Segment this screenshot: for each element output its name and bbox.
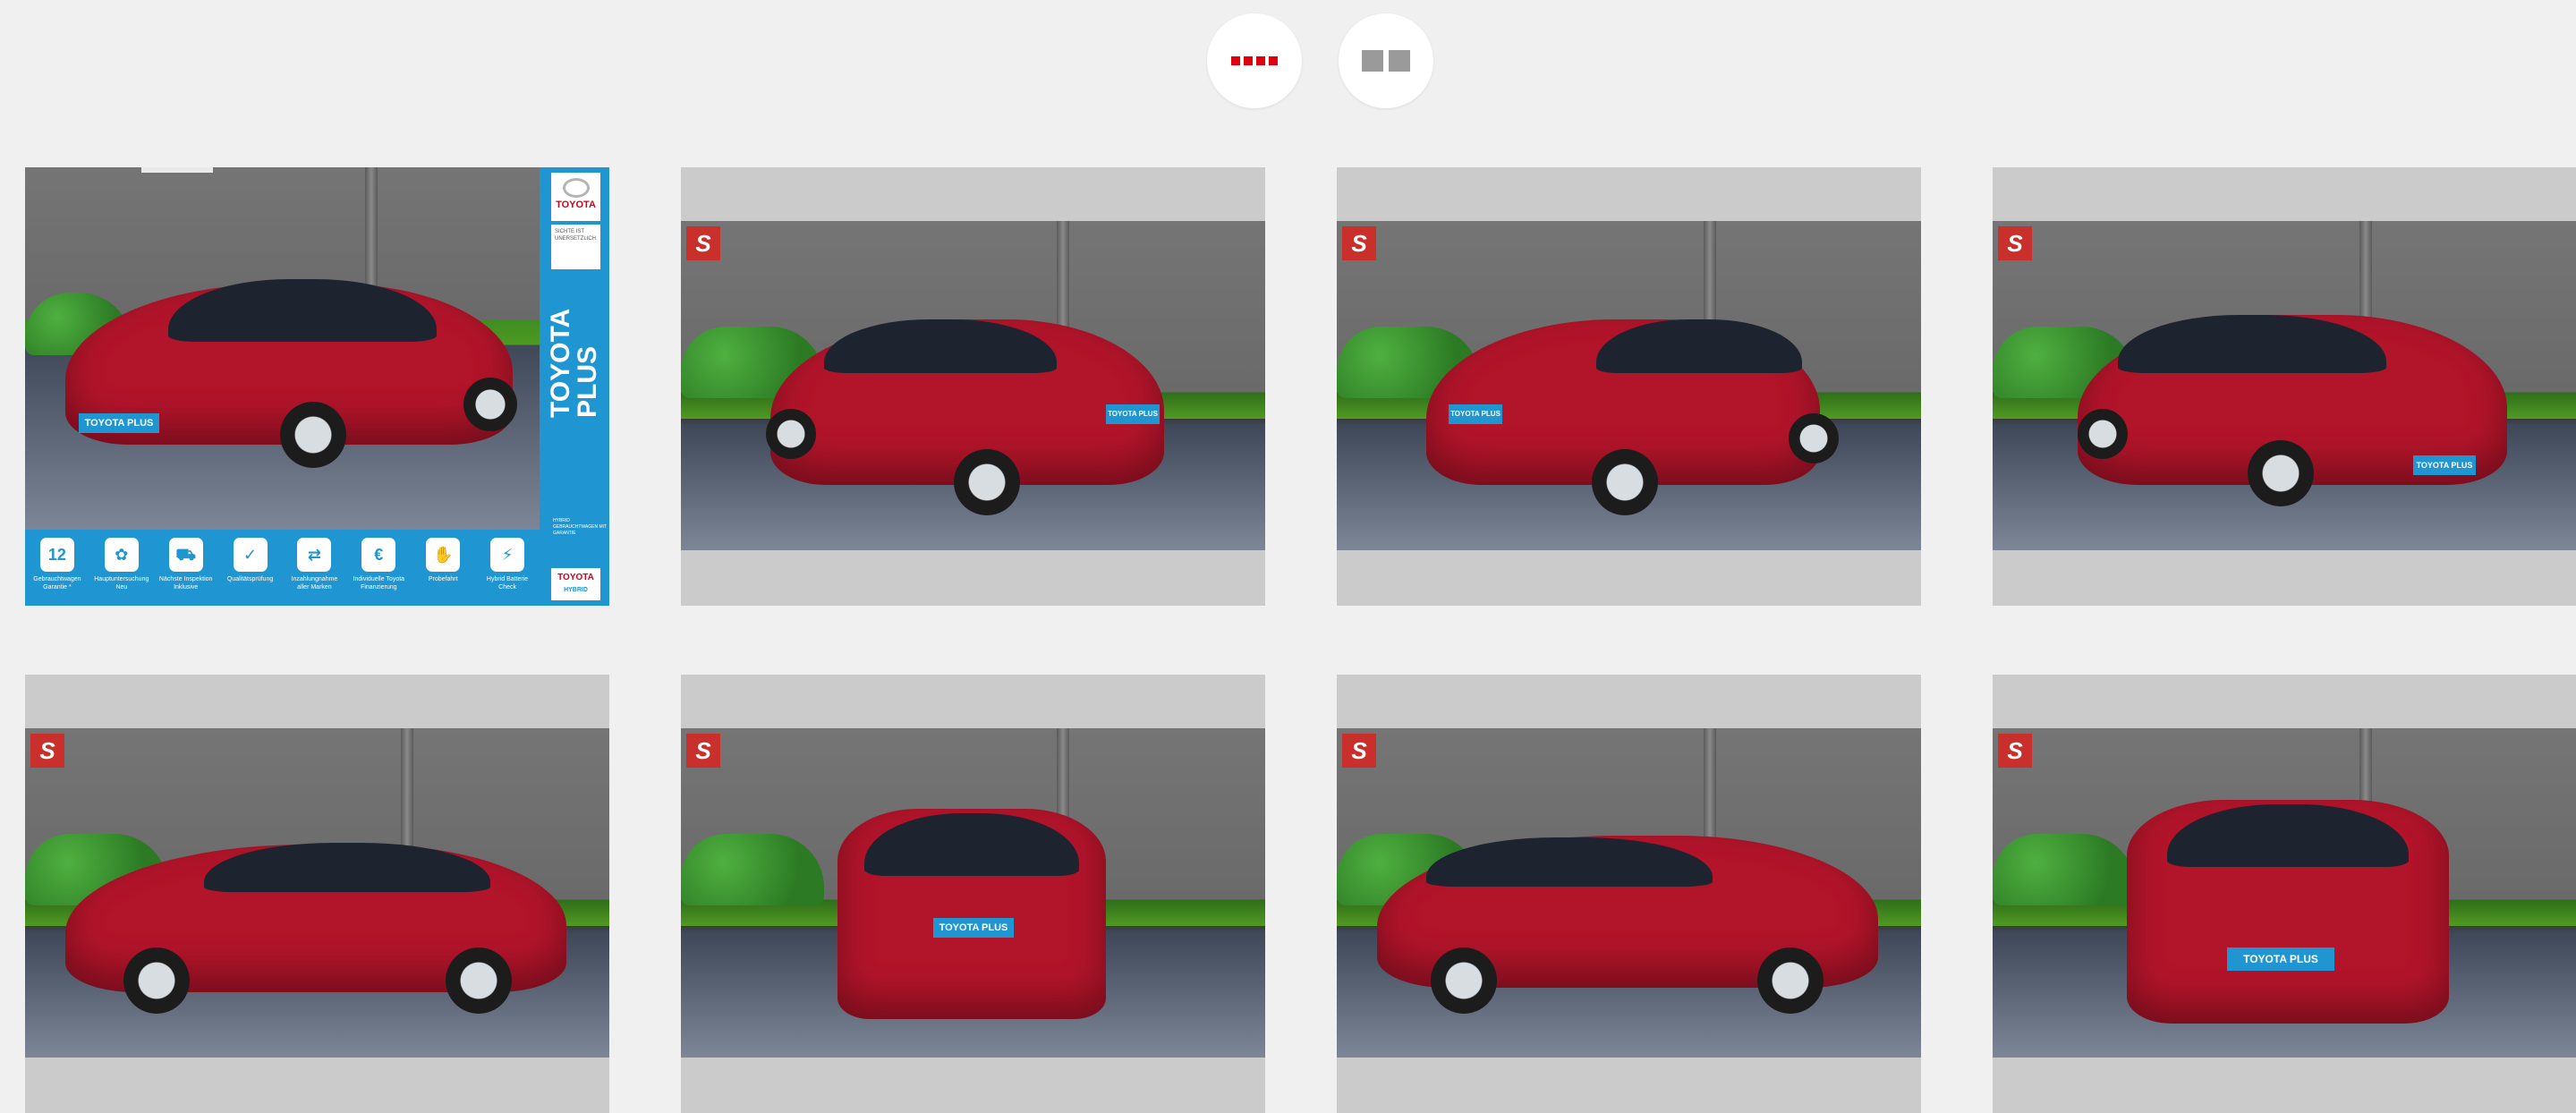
dealer-badge-icon: S: [1998, 226, 2032, 260]
brochure-car-photo: TOYOTA PLUS: [25, 167, 540, 530]
feature-label: Individuelle Toyota Finanzierung: [353, 576, 405, 590]
feature-label: Probefahrt: [428, 576, 458, 582]
car-photo: TOYOTA PLUS S: [681, 221, 1265, 550]
view-toolbar: [0, 13, 2576, 108]
car-photo: S: [25, 728, 609, 1058]
feature-test-drive: ✋ Probefahrt: [413, 538, 472, 583]
gallery-photo-brochure[interactable]: TOYOTA PLUS TOYOTA SICHTE IST UNERSETZLI…: [25, 167, 609, 606]
feature-label: Gebrauchtwagen Garantie *: [33, 576, 81, 590]
license-plate: TOYOTA PLUS: [2227, 947, 2334, 971]
brochure-subtitle: HYBRID GEBRAUCHTWAGEN MIT GARANTIE: [553, 518, 608, 536]
license-plate: TOYOTA PLUS: [1106, 404, 1160, 424]
dealer-badge-icon: S: [686, 226, 720, 260]
feature-label: Hauptuntersuchung Neu: [94, 576, 149, 590]
car-photo: TOYOTA PLUS S: [681, 728, 1265, 1058]
feature-next-service: ⛟ Nächste Inspektion Inklusive: [157, 538, 216, 591]
euro-car-icon: €: [361, 538, 396, 572]
gallery-photo-front-left[interactable]: TOYOTA PLUS S: [1993, 167, 2576, 606]
feature-warranty: 12 Gebrauchtwagen Garantie *: [28, 538, 87, 591]
checklist-icon: ✓: [233, 538, 268, 572]
feature-label: Hybrid Batterie Check: [486, 576, 529, 590]
license-plate: TOYOTA PLUS: [79, 413, 159, 433]
feature-inspection: ✿ Hauptuntersuchung Neu: [92, 538, 151, 591]
warranty-icon: 12: [39, 538, 74, 572]
car-photo: S: [1337, 728, 1921, 1058]
dealer-badge-icon: S: [1342, 734, 1376, 768]
feature-label: Qualitätsprüfung: [226, 576, 274, 582]
feature-financing: € Individuelle Toyota Finanzierung: [349, 538, 408, 591]
brochure-features: 12 Gebrauchtwagen Garantie * ✿ Hauptunters…: [25, 532, 540, 606]
dealer-badge-icon: S: [1998, 734, 2032, 768]
dealer-badge-icon: S: [30, 734, 64, 768]
gallery-photo-rear-left[interactable]: TOYOTA PLUS S: [681, 167, 1265, 606]
dealer-badge-icon: S: [1342, 226, 1376, 260]
license-plate: TOYOTA PLUS: [2413, 455, 2476, 475]
gallery-photo-left-side[interactable]: S: [25, 675, 609, 1113]
car-photo: TOYOTA PLUS S: [1993, 728, 2576, 1058]
brochure-sidebar: TOYOTA SICHTE IST UNERSETZLICH TOYOTA PL…: [542, 167, 609, 606]
hybrid-brand-text: TOYOTA: [557, 573, 594, 582]
car-photo: TOYOTA PLUS S: [1993, 221, 2576, 550]
car-service-icon: ⛟: [168, 538, 203, 572]
license-plate: TOYOTA PLUS: [1449, 404, 1502, 424]
feature-trade-in: ⇄ Inzahlungnahme aller Marken: [285, 538, 344, 591]
gallery-photo-rear[interactable]: TOYOTA PLUS S: [681, 675, 1265, 1113]
gallery-photo-right-side[interactable]: S: [1337, 675, 1921, 1113]
brochure-title: TOYOTA PLUS: [546, 309, 602, 418]
hand-icon: ✋: [426, 538, 461, 572]
trade-in-icon: ⇄: [297, 538, 332, 572]
toyota-logo: TOYOTA: [551, 173, 600, 221]
feature-battery-check: ⚡ Hybrid Batterie Check: [478, 538, 537, 591]
photo-top-strip: [141, 167, 213, 173]
feature-quality-check: ✓ Qualitätsprüfung: [221, 538, 280, 583]
inspection-seal-icon: ✿: [104, 538, 139, 572]
grid-view-icon: [1362, 50, 1410, 72]
grid-view-button[interactable]: [1339, 13, 1433, 108]
feature-label: Nächste Inspektion Inklusive: [158, 576, 213, 590]
list-view-icon: [1231, 56, 1278, 65]
gallery-photo-front[interactable]: TOYOTA PLUS S: [1993, 675, 2576, 1113]
list-view-button[interactable]: [1207, 13, 1302, 108]
license-plate: TOYOTA PLUS: [933, 918, 1014, 938]
battery-check-icon: ⚡: [490, 538, 525, 572]
car-photo: TOYOTA PLUS S: [1337, 221, 1921, 550]
toyota-brand-text: TOYOTA: [556, 200, 596, 210]
dealer-badge-icon: S: [686, 734, 720, 768]
feature-label: Inzahlungnahme aller Marken: [291, 576, 338, 590]
gallery-photo-rear-right[interactable]: TOYOTA PLUS S: [1337, 167, 1921, 606]
toyota-hybrid-logo: TOYOTA HYBRID: [551, 568, 600, 600]
hybrid-label-text: HYBRID: [564, 587, 588, 593]
toyota-emblem-icon: [562, 178, 590, 198]
